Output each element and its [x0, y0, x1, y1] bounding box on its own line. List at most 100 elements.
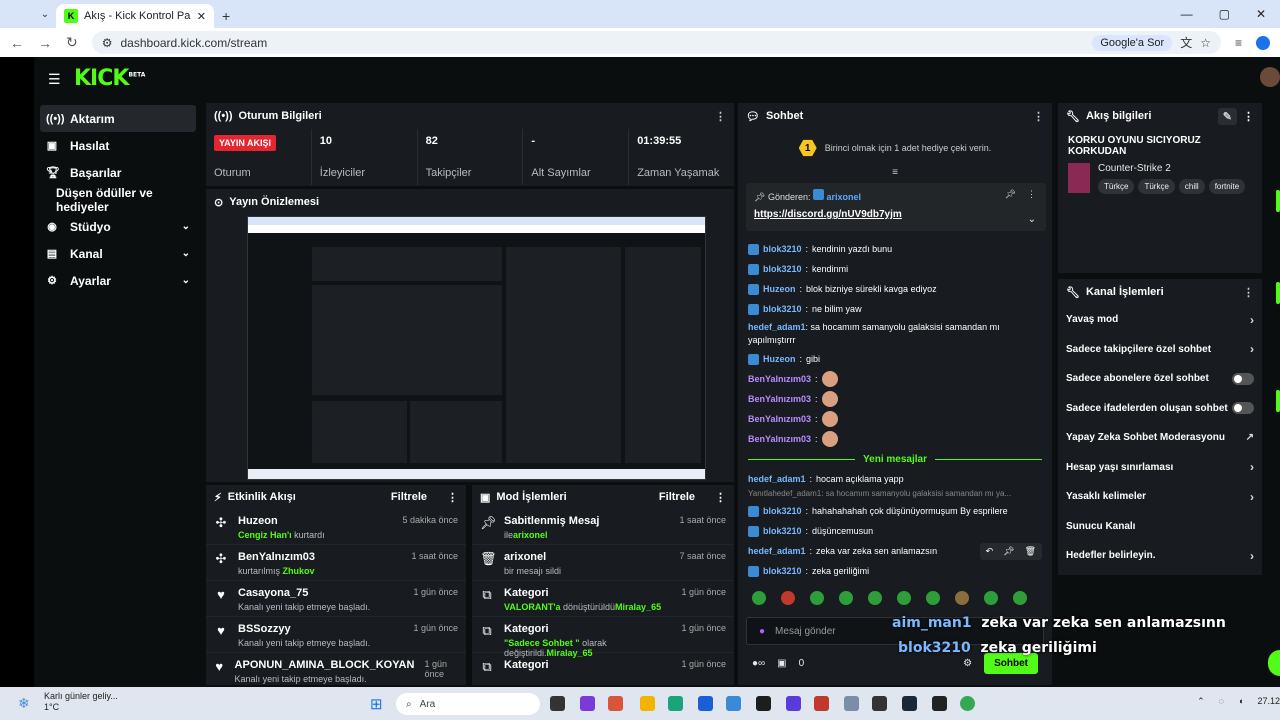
- chat-username[interactable]: BenYalnızım03: [748, 393, 811, 406]
- filter-button[interactable]: Filtrele: [391, 491, 427, 503]
- chat-message[interactable]: blok3210: ne bilim yaw: [748, 299, 1042, 319]
- chevron-down-icon[interactable]: ⌄: [1028, 214, 1036, 225]
- sidebar-item-ayarlar[interactable]: ⚙ Ayarlar ⌄: [40, 267, 196, 294]
- subs-only-toggle[interactable]: [1232, 372, 1254, 385]
- sidebar-item-aktarim[interactable]: ((•)) Aktarım: [40, 105, 196, 132]
- close-window-icon[interactable]: ✕: [1256, 7, 1266, 21]
- chat-username[interactable]: blok3210: [763, 243, 802, 256]
- chat-username[interactable]: Huzeon: [763, 283, 796, 296]
- filter-button[interactable]: Filtrele: [659, 491, 695, 503]
- translate-icon[interactable]: 文: [1180, 34, 1192, 51]
- new-tab-icon[interactable]: +: [222, 8, 230, 24]
- minimize-icon[interactable]: —: [1181, 7, 1193, 21]
- emotes-only-toggle[interactable]: [1232, 402, 1254, 415]
- microphone-icon[interactable]: ●: [759, 626, 765, 637]
- chat-username[interactable]: hedef_adam1: [748, 322, 806, 332]
- sidebar-item-studyo[interactable]: ◉ Stüdyo ⌄: [40, 213, 196, 240]
- emote-icon[interactable]: [810, 591, 824, 605]
- network-icon[interactable]: ◌: [1219, 696, 1224, 706]
- action-followers-only[interactable]: Sadece takipçilere özel sohbet ›: [1058, 335, 1262, 365]
- chat-message[interactable]: Huzeon: gibi: [748, 349, 1042, 369]
- google-sor-button[interactable]: Google'a Sor: [1092, 34, 1173, 51]
- store-icon[interactable]: [698, 696, 713, 711]
- chat-message[interactable]: hedef_adam1: sa hocamım samanyolu galaks…: [748, 319, 1042, 349]
- browser-tab[interactable]: K Akış - Kick Kontrol Paneli ✕: [56, 4, 214, 28]
- chat-username[interactable]: BenYalnızım03: [748, 413, 811, 426]
- stream-preview[interactable]: [247, 216, 706, 480]
- chat-message[interactable]: Huzeon: blok bizniye sürekli kavga ediyo…: [748, 279, 1042, 299]
- emote-icon[interactable]: [1013, 591, 1027, 605]
- windows-start-icon[interactable]: ⊞: [370, 695, 383, 713]
- edit-icon[interactable]: ✎: [1217, 107, 1237, 125]
- app-icon[interactable]: [756, 696, 771, 711]
- unpin-icon[interactable]: 📌︎: [1005, 189, 1016, 200]
- app-icon[interactable]: [932, 696, 947, 711]
- trash-icon[interactable]: 🗑︎: [1025, 545, 1036, 558]
- chat-message[interactable]: hedef_adam1: hocam açıklama yapp: [748, 469, 1042, 489]
- app-icon[interactable]: [814, 696, 829, 711]
- weather-icon[interactable]: ❄: [18, 695, 30, 712]
- action-ai-moderation[interactable]: Yapay Zeka Sohbet Moderasyonu ↗: [1058, 423, 1262, 453]
- chat-username[interactable]: blok3210: [763, 303, 802, 316]
- app-icon[interactable]: [580, 696, 595, 711]
- chat-message[interactable]: BenYalnızım03:: [748, 429, 1042, 449]
- chat-message[interactable]: blok3210: zeka geriliğimi: [748, 561, 1042, 581]
- chat-username[interactable]: blok3210: [763, 505, 802, 518]
- more-icon[interactable]: ⋮: [715, 110, 726, 123]
- points-icon[interactable]: ●∞: [752, 658, 765, 669]
- chat-message[interactable]: blok3210: kendinin yazdı bunu: [748, 239, 1042, 259]
- chat-username[interactable]: blok3210: [763, 525, 802, 538]
- volume-icon[interactable]: ◖: [1238, 696, 1243, 706]
- address-bar[interactable]: ⚙ dashboard.kick.com/stream Google'a Sor…: [91, 31, 1221, 54]
- maximize-icon[interactable]: ▢: [1219, 7, 1230, 21]
- pin-icon[interactable]: 📌︎: [1003, 545, 1014, 558]
- emote-icon[interactable]: [926, 591, 940, 605]
- app-icon[interactable]: [726, 696, 741, 711]
- emote-icon[interactable]: [955, 591, 969, 605]
- tray-chevron-icon[interactable]: ⌃: [1197, 696, 1205, 706]
- emote-icon[interactable]: [897, 591, 911, 605]
- back-icon[interactable]: ←: [10, 35, 24, 51]
- category-name[interactable]: Counter-Strike 2: [1098, 163, 1249, 174]
- chat-message[interactable]: BenYalnızım03:: [748, 389, 1042, 409]
- app-icon[interactable]: [608, 696, 623, 711]
- reply-icon[interactable]: ↶: [986, 545, 994, 558]
- action-account-age[interactable]: Hesap yaşı sınırlaması ›: [1058, 453, 1262, 483]
- emote-icon[interactable]: [984, 591, 998, 605]
- pinned-message[interactable]: 📌︎ Gönderen: arixonel 📌︎ ⋮ https://discord…: [746, 183, 1046, 231]
- weather-widget[interactable]: Karlı günler geliy... 1°C: [44, 691, 118, 713]
- action-server-channel[interactable]: Sunucu Kanalı: [1058, 512, 1262, 542]
- emote-icon[interactable]: [868, 591, 882, 605]
- chat-message[interactable]: BenYalnızım03:: [748, 369, 1042, 389]
- pinned-link[interactable]: https://discord.gg/nUV9db7yjm: [754, 209, 1038, 220]
- chat-message[interactable]: blok3210: düşüncemusun: [748, 521, 1042, 541]
- taskbar-search[interactable]: ⌕ Ara: [396, 693, 540, 715]
- emote-icon[interactable]: [781, 591, 795, 605]
- kick-logo[interactable]: KICKBETA: [74, 66, 145, 91]
- sidebar-item-kanal[interactable]: ▤ Kanal ⌄: [40, 240, 196, 267]
- sidebar-item-basarilar[interactable]: 🏆︎ Başarılar: [40, 159, 196, 186]
- sidebar-item-drops[interactable]: Düşen ödüller ve hediyeler: [40, 186, 196, 214]
- bookmark-star-icon[interactable]: ☆: [1200, 36, 1211, 50]
- site-info-icon[interactable]: ⚙: [102, 36, 113, 50]
- chat-message[interactable]: blok3210: hahahahahah çok düşünüyormuşum…: [748, 501, 1042, 521]
- reload-icon[interactable]: ↻: [66, 34, 78, 51]
- chat-username[interactable]: BenYalnızım03: [748, 433, 811, 446]
- sidebar-item-hasilat[interactable]: ▣ Hasılat: [40, 132, 196, 159]
- action-banned-words[interactable]: Yasaklı kelimeler ›: [1058, 482, 1262, 512]
- collapse-icon[interactable]: ≡: [738, 167, 1052, 178]
- gear-icon[interactable]: ⚙: [963, 658, 972, 669]
- action-slow-mode[interactable]: Yavaş mod ›: [1058, 305, 1262, 335]
- forward-icon[interactable]: →: [38, 35, 52, 51]
- emote-icon[interactable]: [839, 591, 853, 605]
- app-icon[interactable]: [872, 696, 887, 711]
- gift-icon[interactable]: ▣: [777, 658, 786, 669]
- profile-icon[interactable]: [1256, 35, 1270, 50]
- more-icon[interactable]: ⋮: [1243, 286, 1254, 299]
- chat-message[interactable]: blok3210: kendinmi: [748, 259, 1042, 279]
- chat-username[interactable]: blok3210: [763, 565, 802, 578]
- emote-icon[interactable]: [752, 591, 766, 605]
- chat-username[interactable]: BenYalnızım03: [748, 373, 811, 386]
- menu-icon[interactable]: ☰: [48, 71, 61, 88]
- action-goals[interactable]: Hedefler belirleyin. ›: [1058, 541, 1262, 571]
